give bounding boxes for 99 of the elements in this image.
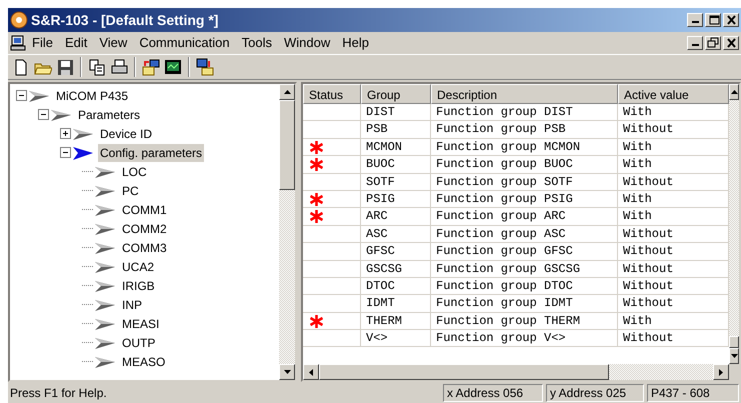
table-cell: Function group PSB [431,121,618,139]
tree-item[interactable]: UCA2 [120,258,156,276]
tree-item[interactable]: INP [120,296,144,314]
minimize-icon [692,21,698,23]
column-header[interactable]: Description [431,84,618,104]
transfer-icon[interactable] [142,58,160,76]
table-cell: DTOC [361,278,431,296]
table-cell: BUOC [361,156,431,174]
table-cell: Function group MCMON [431,138,618,156]
tree-item[interactable]: MEASO [120,352,168,370]
table-cell: PSIG [361,190,431,208]
table-cell: Function group SOTF [431,174,618,191]
tree-item[interactable]: MEASI [120,314,162,332]
scroll-thumb[interactable] [279,100,295,190]
menu-item[interactable]: Help [336,33,375,53]
table-cell: SOTF [361,174,431,191]
restore-icon [706,37,720,49]
print-icon[interactable] [110,58,128,76]
table-cell: Function group ARC [431,208,618,226]
save-icon[interactable] [56,58,74,76]
menu-item[interactable]: Communication [133,33,236,53]
table-cell: Function group GFSC [431,243,618,261]
tree-item[interactable]: Config. parameters [98,144,204,162]
tree-item[interactable]: COMM2 [120,220,169,238]
scroll-thumb[interactable] [319,364,609,380]
table-cell: Function group THERM [431,312,618,330]
table-cell: ARC [361,208,431,226]
close-icon [724,14,738,26]
table-cell: THERM [361,312,431,330]
tree-item[interactable]: Device ID [98,124,154,142]
scroll-down-button[interactable] [729,348,739,364]
right-arrow-icon [719,368,723,376]
tree-item[interactable]: Parameters [76,106,142,124]
tree-item[interactable]: OUTP [120,334,158,352]
up-arrow-icon [730,90,738,94]
table-cell: MCMON [361,138,431,156]
menu-item[interactable]: File [26,33,59,53]
expand-icon[interactable] [60,128,71,139]
table-cell: Function group DIST [431,104,618,122]
down-arrow-icon [284,370,290,374]
tree-item[interactable]: COMM3 [120,238,169,256]
status-pane: P437 - 608 [647,384,739,402]
scroll-down-button[interactable] [279,364,295,380]
table-cell: Function group DTOC [431,278,618,296]
menu-item[interactable]: Tools [236,33,278,53]
minimize-icon [692,44,698,46]
scroll-up-button[interactable] [279,84,295,100]
up-arrow-icon [284,90,290,94]
table-cell: PSB [361,121,431,139]
status-message: Press F1 for Help. [10,384,107,402]
table-cell: Function group PSIG [431,190,618,208]
copy-icon[interactable] [88,58,106,76]
table-cell: Function group BUOC [431,156,618,174]
app-icon [10,11,28,29]
selected-arrow-icon [71,144,95,160]
monitor-icon[interactable] [164,58,182,76]
maximize-icon [706,14,720,26]
close-button[interactable] [723,13,739,27]
table-cell: Function group ASC [431,226,618,244]
column-header[interactable]: Status [303,84,361,104]
minimize-button[interactable] [687,36,703,50]
tree-item[interactable]: PC [120,182,141,200]
maximize-button[interactable] [705,13,721,27]
column-header[interactable]: Group [361,84,431,104]
document-icon [10,35,26,51]
menu-item[interactable]: Edit [58,33,94,53]
table-cell: GFSC [361,243,431,261]
table-cell: DIST [361,104,431,122]
collapse-icon[interactable] [16,90,27,101]
down-arrow-icon [730,354,738,358]
table-cell: V<> [361,330,431,348]
status-pane: y Address 025 [546,384,644,402]
close-icon [724,37,738,49]
table-cell: ASC [361,226,431,244]
minimize-button[interactable] [687,13,703,27]
scroll-right-button[interactable] [713,364,729,380]
left-arrow-icon [309,368,313,376]
window-title: S&R-103 - [Default Setting *] [31,10,218,30]
scroll-thumb[interactable] [729,336,739,348]
tree-item[interactable]: IRIGB [120,276,157,294]
table-cell: Function group IDMT [431,295,618,313]
tree-item[interactable]: MiCOM P435 [54,86,130,104]
scroll-up-button[interactable] [729,84,739,100]
scroll-left-button[interactable] [303,364,319,380]
column-header[interactable]: Active value [618,84,729,104]
table-cell: GSCSG [361,260,431,278]
computer-transfer-icon[interactable] [196,58,214,76]
menu-item[interactable]: View [93,33,134,53]
close-button[interactable] [723,36,739,50]
tree-item[interactable]: COMM1 [120,200,169,218]
collapse-icon[interactable] [38,109,49,120]
status-pane: x Address 056 [443,384,543,402]
collapse-icon[interactable] [60,147,71,158]
table-cell: Function group GSCSG [431,260,618,278]
table-cell: IDMT [361,295,431,313]
menu-item[interactable]: Window [278,33,336,53]
restore-button[interactable] [705,36,721,50]
table-cell: Function group V<> [431,330,618,348]
tree-item[interactable]: LOC [120,162,149,180]
